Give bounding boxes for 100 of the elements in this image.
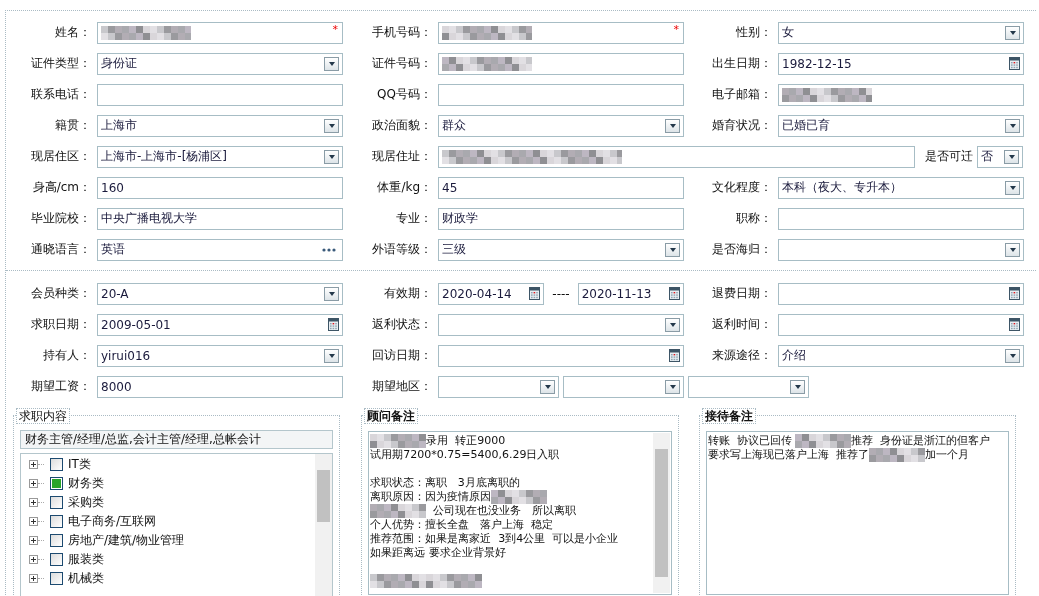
tree-item-label[interactable]: 服装类 (68, 552, 104, 567)
tree-item-label[interactable]: IT类 (68, 457, 91, 472)
dropdown-button[interactable] (665, 118, 680, 133)
more-icon[interactable] (322, 247, 336, 252)
tree-item-label[interactable]: 采购类 (68, 495, 104, 510)
select-field[interactable]: 本科（夜大、专升本） (778, 176, 1024, 199)
field-label: 是否海归： (711, 241, 773, 258)
select-field[interactable]: 上海市-上海市-[杨浦区] (97, 145, 343, 168)
input-field[interactable] (438, 52, 684, 75)
range-separator: ---- (552, 286, 570, 301)
dropdown-button[interactable] (790, 379, 805, 394)
tree-item-label[interactable]: 财务类 (68, 476, 104, 491)
field-label: 期望地区： (371, 378, 433, 395)
dropdown-button[interactable] (665, 379, 680, 394)
select-field[interactable]: 身份证 (97, 52, 343, 75)
input-field[interactable]: 中央广播电视大学 (97, 207, 343, 230)
calendar-icon[interactable] (529, 287, 541, 300)
checkbox[interactable] (50, 458, 63, 471)
dropdown-button[interactable] (1005, 25, 1020, 40)
expand-icon[interactable] (29, 460, 38, 469)
dropdown-button[interactable] (324, 149, 339, 164)
dropdown-button[interactable] (324, 56, 339, 71)
date-field[interactable]: 2009-05-01 (97, 313, 343, 336)
input-field[interactable] (778, 207, 1024, 230)
checkbox[interactable] (50, 534, 63, 547)
dropdown-button[interactable] (324, 118, 339, 133)
select-field[interactable]: 上海市 (97, 114, 343, 137)
calendar-icon[interactable] (669, 349, 680, 362)
input-field[interactable] (438, 145, 915, 168)
dropdown-button[interactable] (324, 348, 339, 363)
date-field[interactable]: 2020-11-13 (577, 282, 684, 305)
checkbox[interactable] (50, 572, 63, 585)
dropdown-button[interactable] (1004, 149, 1019, 164)
input-field[interactable] (97, 83, 343, 106)
input-field[interactable]: 160 (97, 176, 343, 199)
dropdown-button[interactable] (324, 286, 339, 301)
note-text: 求职状态：离职 3月底离职的 (370, 476, 520, 490)
tree-item-label[interactable]: 电子商务/互联网 (68, 514, 157, 529)
dropdown-button[interactable] (1005, 180, 1020, 195)
expand-icon[interactable] (29, 479, 38, 488)
checkbox[interactable] (50, 496, 63, 509)
input-field[interactable]: 财政学 (438, 207, 684, 230)
input-field[interactable]: 8000 (97, 375, 343, 398)
input-field[interactable]: 45 (438, 176, 684, 199)
expand-icon[interactable] (29, 555, 38, 564)
input-field[interactable]: 英语 (97, 238, 343, 261)
select-field[interactable]: 20-A (97, 282, 343, 305)
select-field[interactable]: 三级 (438, 238, 684, 261)
field-label: 返利时间： (711, 316, 773, 333)
calendar-icon[interactable] (328, 318, 339, 331)
select-field[interactable]: 女 (778, 21, 1024, 44)
calendar-icon[interactable] (669, 287, 680, 300)
select-field[interactable]: 介绍 (778, 344, 1024, 367)
select-field[interactable]: yirui016 (97, 344, 343, 367)
expand-icon[interactable] (29, 517, 38, 526)
expand-icon[interactable] (29, 574, 38, 583)
select-field[interactable] (688, 375, 809, 398)
select-field[interactable] (438, 313, 684, 336)
expand-icon[interactable] (29, 498, 38, 507)
note-text: 个人优势：擅长全盘 落户上海 稳定 (370, 518, 553, 532)
checkbox[interactable] (50, 515, 63, 528)
dropdown-button[interactable] (1005, 348, 1020, 363)
tree-item-label[interactable]: 房地产/建筑/物业管理 (68, 533, 185, 548)
field-label: 返利状态： (371, 316, 433, 333)
tree-item-label[interactable]: 机械类 (68, 571, 104, 586)
dropdown-button[interactable] (665, 317, 680, 332)
expand-icon[interactable] (29, 536, 38, 545)
date-field[interactable]: 2020-04-14 (438, 282, 545, 305)
dropdown-button[interactable] (1005, 242, 1020, 257)
dropdown-button[interactable] (540, 379, 555, 394)
checkbox[interactable] (50, 553, 63, 566)
note-text: 推荐范围：如果是离家近 3到4公里 可以是小企业 (370, 532, 619, 546)
dropdown-button[interactable] (1005, 118, 1020, 133)
field-label: 文化程度： (711, 179, 773, 196)
date-field[interactable]: 1982-12-15 (778, 52, 1024, 75)
calendar-icon[interactable] (1009, 287, 1020, 300)
calendar-icon[interactable] (1009, 57, 1020, 70)
text-area[interactable]: 转账 协议已回传 推荐 身份证是浙江的但客户 要求写上海现已落户上海 推荐了 加一个月 (705, 431, 1009, 595)
select-field[interactable] (438, 375, 559, 398)
select-field[interactable]: 已婚已育 (778, 114, 1024, 137)
field-label: 出生日期： (711, 55, 773, 72)
input-field[interactable]: * (97, 21, 343, 44)
select-field[interactable]: 否 (977, 145, 1023, 168)
input-field[interactable]: 财务主管/经理/总监,会计主管/经理,总帐会计 (20, 430, 334, 449)
field-label: 有效期： (383, 285, 433, 302)
input-field[interactable] (438, 83, 684, 106)
checkbox[interactable] (50, 477, 63, 490)
date-field[interactable] (438, 344, 684, 367)
panel-title: 顾问备注 (364, 408, 419, 424)
select-field[interactable]: 群众 (438, 114, 684, 137)
text-area[interactable]: 录用 转正9000 试用期7200*0.75=5400,6.29日入职 求职状态：离职 3月底离职的 离职原因：因为疫情原因 公司现在也没业务 所以离职 个人优势：擅长全盘 落户上海 稳定 推荐范围：如果是离家近 3到4公里 可以是小企业 如果距离远 要求企业背景好 (368, 431, 672, 595)
calendar-icon[interactable] (1009, 318, 1020, 331)
dropdown-button[interactable] (665, 242, 680, 257)
date-field[interactable] (778, 282, 1024, 305)
input-field[interactable] (778, 83, 1024, 106)
field-label: 会员种类： (30, 285, 92, 302)
date-field[interactable] (778, 313, 1024, 336)
input-field[interactable]: * (438, 21, 684, 44)
select-field[interactable] (563, 375, 684, 398)
select-field[interactable] (778, 238, 1024, 261)
